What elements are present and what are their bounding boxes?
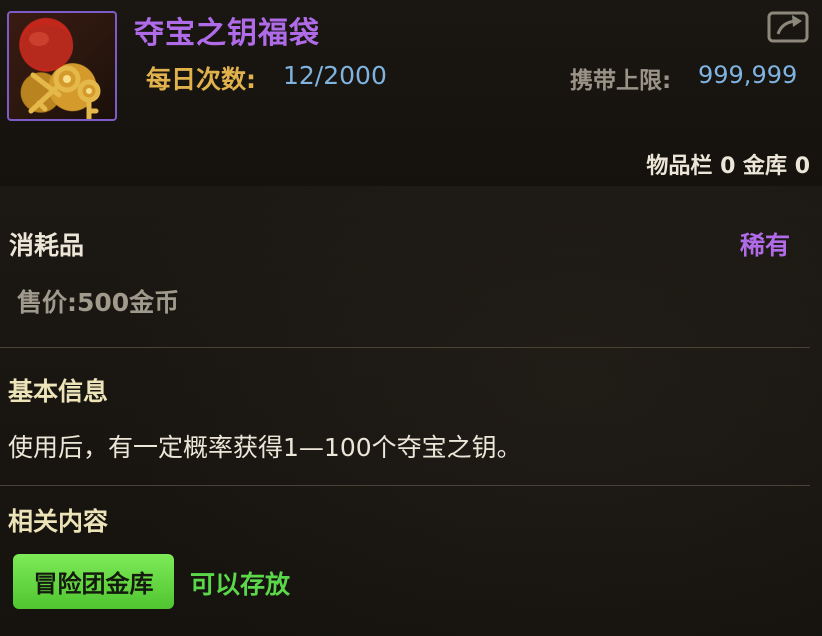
daily-uses-label: 每日次数: (146, 65, 256, 94)
adventure-guild-vault-tag[interactable]: 冒险团金库 (13, 554, 174, 609)
item-category: 消耗品 (9, 231, 85, 260)
carry-limit-value: 999,999 (698, 61, 798, 89)
share-button[interactable] (766, 8, 812, 44)
share-icon (767, 11, 809, 43)
item-name: 夺宝之钥福袋 (134, 16, 320, 51)
carry-limit-label: 携带上限: (570, 68, 672, 94)
related-content-title: 相关内容 (8, 507, 109, 536)
stock-counts: 物品栏 0 金库 0 (646, 154, 810, 179)
basic-info-title: 基本信息 (8, 377, 109, 406)
basic-info-description: 使用后，有一定概率获得1—100个夺宝之钥。 (8, 433, 522, 462)
daily-uses-value: 12/2000 (283, 61, 387, 90)
treasure-bag-with-keys-icon (7, 11, 117, 121)
storable-note: 可以存放 (190, 570, 291, 599)
sell-price: 售价:500金币 (17, 288, 180, 317)
item-rarity: 稀有 (740, 231, 791, 260)
divider (0, 485, 810, 486)
item-tooltip-panel: 夺宝之钥福袋 每日次数: 12/2000 携带上限: 999,999 物品栏 0… (0, 0, 822, 636)
divider (0, 347, 810, 348)
